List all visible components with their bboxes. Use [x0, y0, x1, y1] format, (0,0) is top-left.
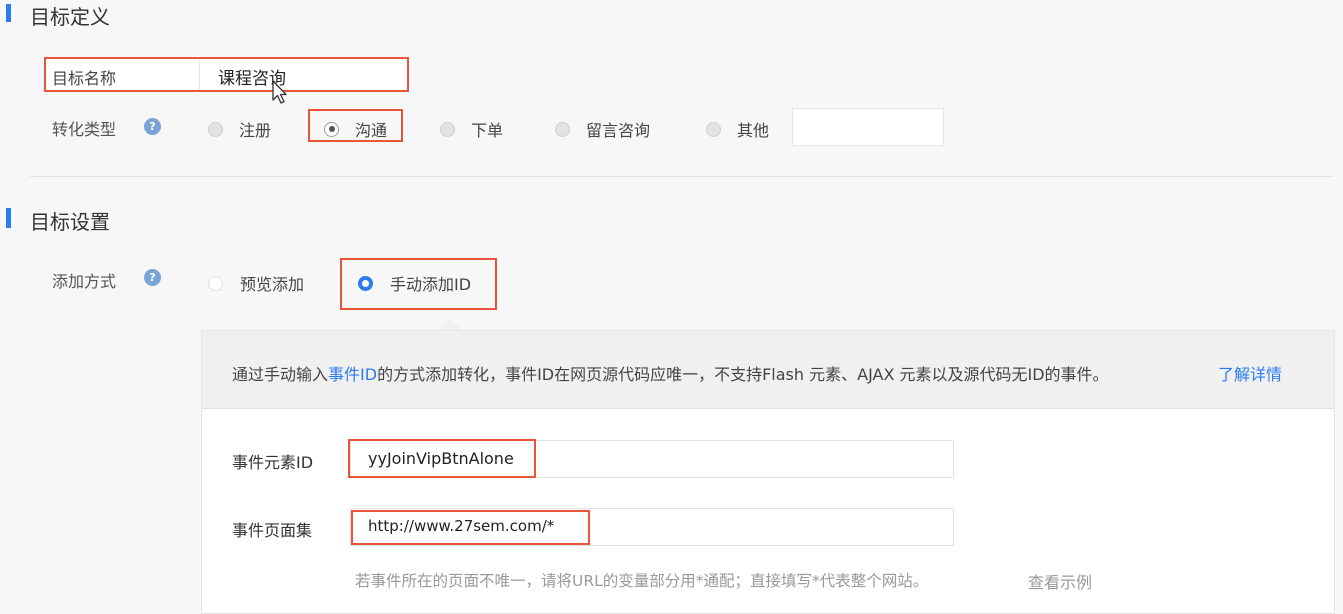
radio-option-order[interactable]: 下单 — [440, 117, 503, 141]
radio-label: 注册 — [239, 121, 272, 140]
radio-label: 沟通 — [355, 121, 388, 140]
event-element-id-label: 事件元素ID — [232, 453, 314, 472]
other-input[interactable] — [792, 108, 944, 146]
radio-option-manual-id[interactable]: 手动添加ID — [358, 271, 471, 295]
radio-option-communicate[interactable]: 沟通 — [324, 117, 387, 141]
radio-icon — [208, 121, 223, 137]
info-text-prefix: 通过手动输入 — [232, 365, 329, 384]
hint-text: 若事件所在的页面不唯一，请将URL的变量部分用*通配；直接填写*代表整个网站。 — [355, 572, 929, 590]
radio-label: 预览添加 — [240, 275, 305, 294]
event-pages-value: http://www.27sem.com/* — [368, 517, 555, 535]
event-id-link[interactable]: 事件ID — [328, 365, 377, 384]
section-title-target-definition: 目标定义 — [30, 5, 110, 29]
radio-checked-icon — [324, 121, 339, 137]
radio-option-register[interactable]: 注册 — [208, 117, 271, 141]
event-element-id-value: yyJoinVipBtnAlone — [368, 449, 514, 468]
radio-label: 留言咨询 — [586, 121, 651, 140]
radio-icon — [208, 275, 223, 291]
learn-more-link[interactable]: 了解详情 — [1218, 361, 1282, 385]
radio-icon — [440, 121, 455, 137]
info-text-suffix: 的方式添加转化，事件ID在网页源代码应唯一，不支持Flash 元素、AJAX 元… — [377, 365, 1109, 384]
section-marker — [6, 208, 11, 228]
divider — [30, 176, 1333, 177]
radio-option-message[interactable]: 留言咨询 — [555, 117, 650, 141]
section-marker — [6, 4, 11, 22]
radio-icon — [706, 121, 721, 137]
section-title-target-settings: 目标设置 — [30, 210, 110, 234]
mouse-cursor-icon — [272, 80, 287, 104]
help-icon[interactable]: ? — [144, 269, 161, 286]
event-pages-label: 事件页面集 — [232, 521, 313, 540]
radio-checked-icon — [358, 275, 373, 291]
info-text: 通过手动输入事件ID的方式添加转化，事件ID在网页源代码应唯一，不支持Flash… — [232, 361, 1109, 385]
help-icon[interactable]: ? — [144, 118, 161, 135]
radio-option-other[interactable]: 其他 — [706, 117, 769, 141]
radio-icon — [555, 121, 570, 137]
target-name-label: 目标名称 — [52, 69, 117, 88]
view-example-link[interactable]: 查看示例 — [1028, 569, 1092, 593]
radio-label: 下单 — [471, 121, 504, 140]
radio-label: 其他 — [737, 121, 770, 140]
radio-label: 手动添加ID — [390, 275, 472, 294]
conversion-type-label: 转化类型 — [52, 120, 117, 139]
add-method-label: 添加方式 — [52, 272, 117, 291]
radio-option-preview-add[interactable]: 预览添加 — [208, 271, 304, 295]
field-divider — [199, 60, 200, 90]
panel-pointer — [438, 318, 462, 330]
